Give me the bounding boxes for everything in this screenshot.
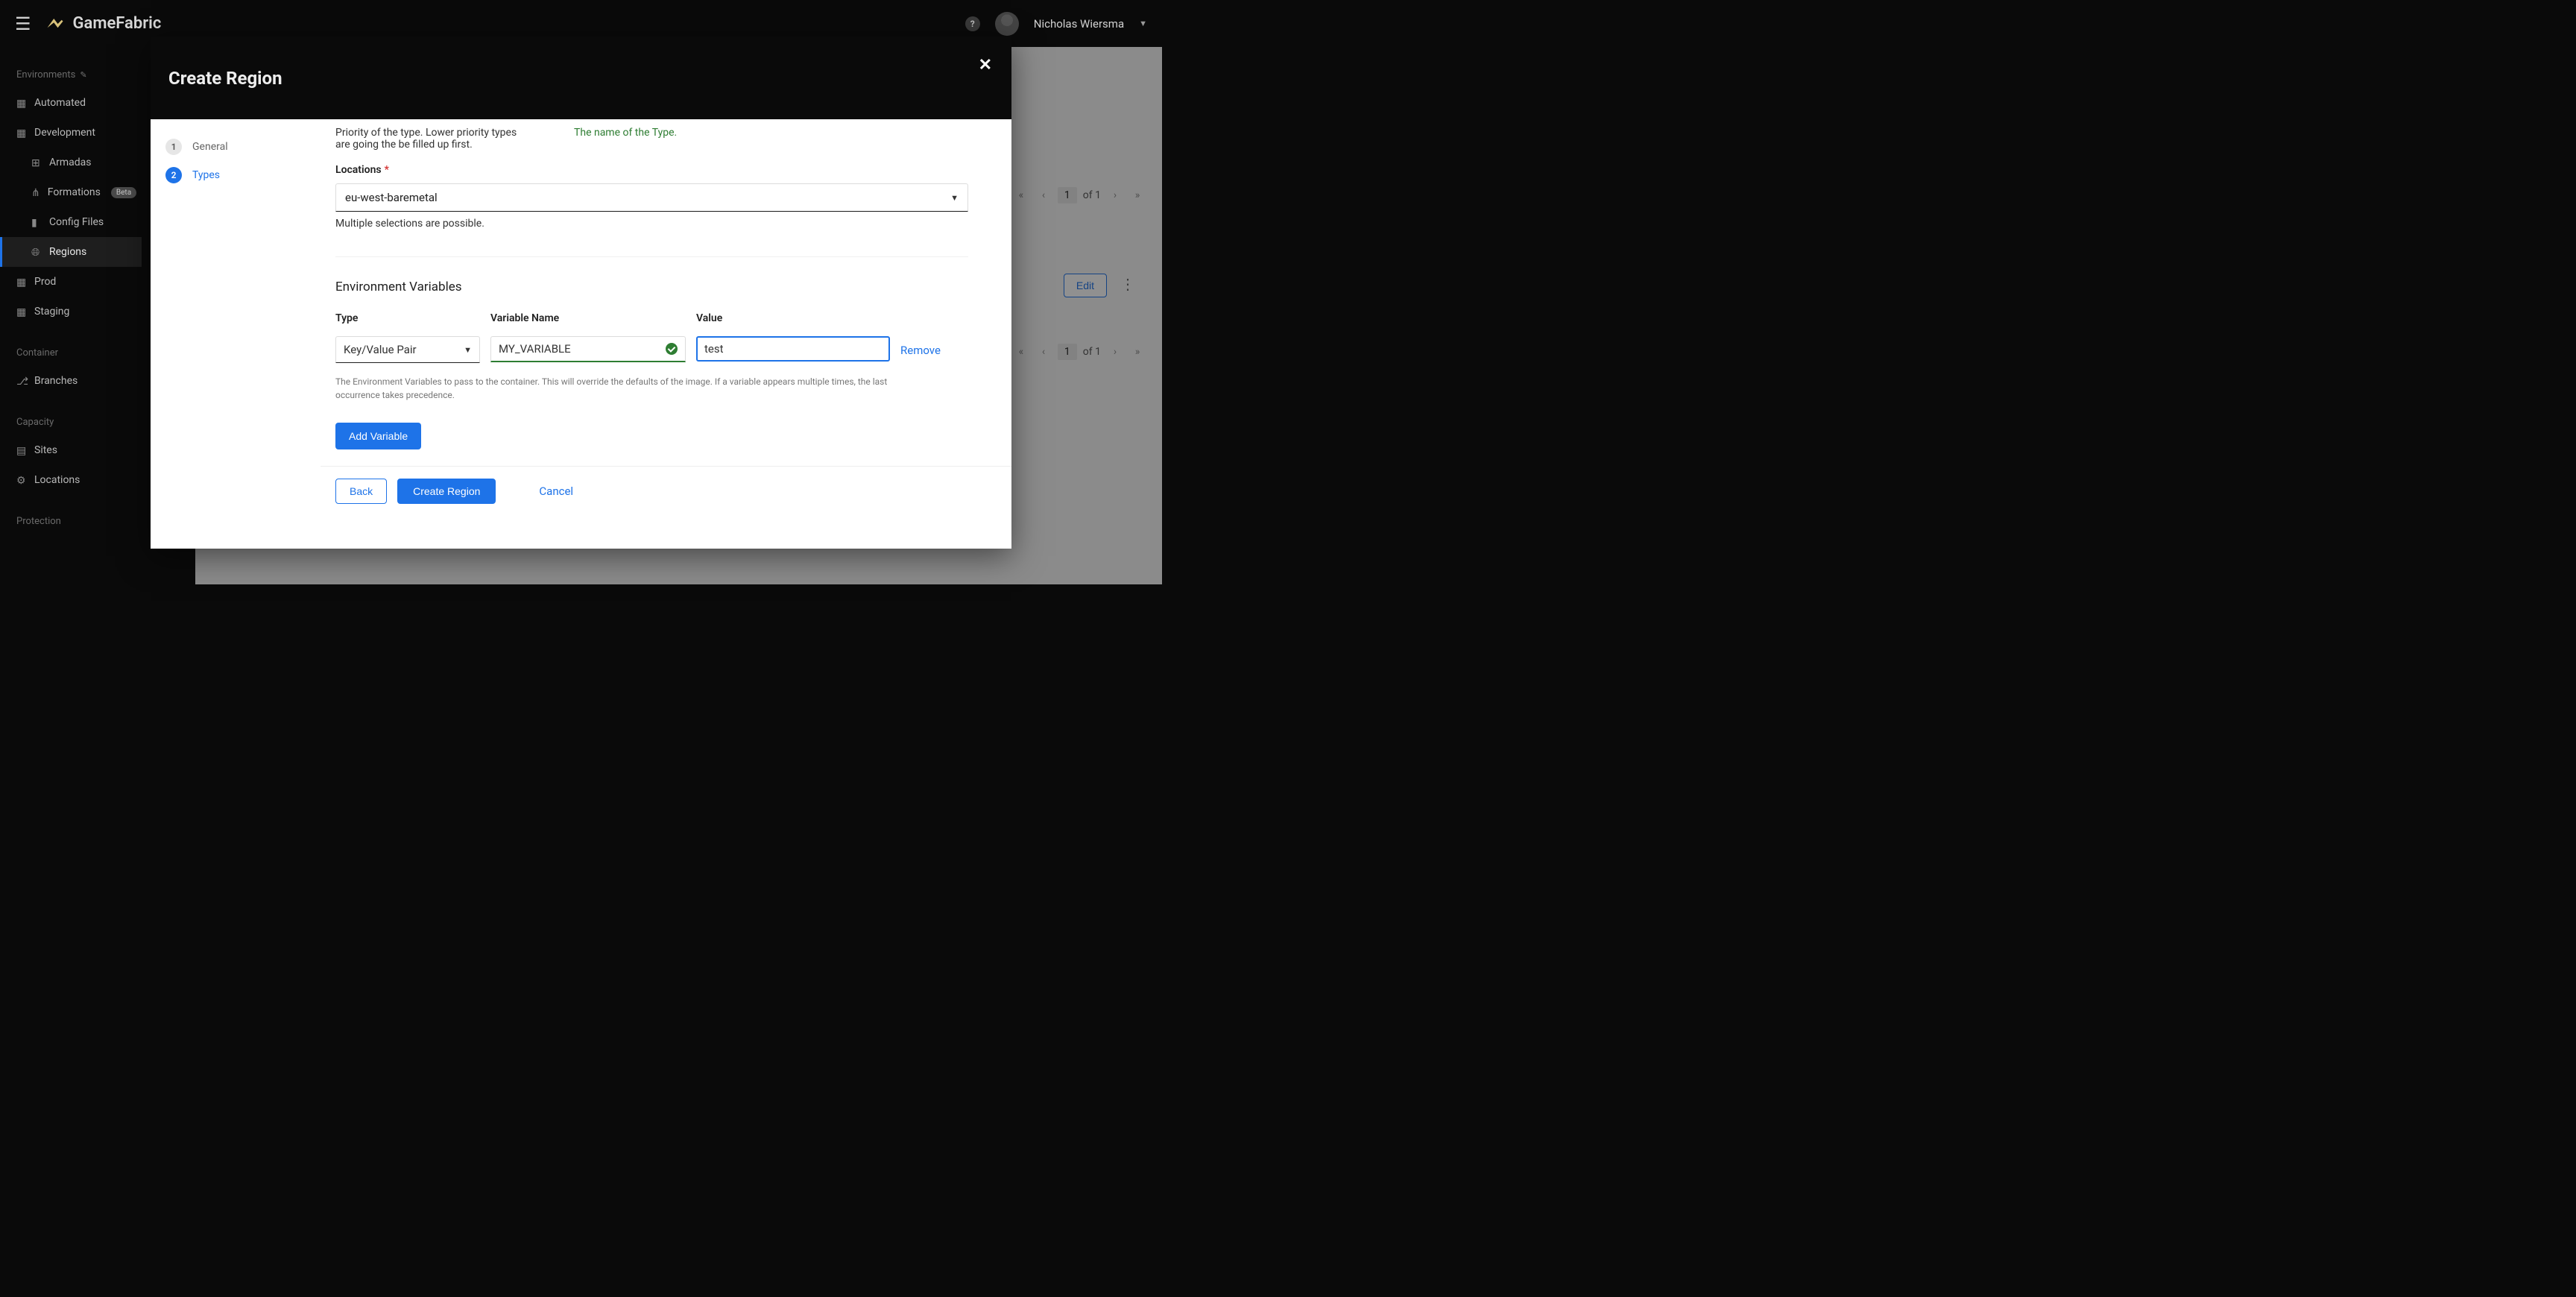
value-input[interactable]: test bbox=[696, 336, 890, 362]
col-name: Variable Name bbox=[490, 312, 686, 324]
priority-help: Priority of the type. Lower priority typ… bbox=[335, 127, 529, 151]
step-general[interactable]: 1 General bbox=[165, 133, 306, 161]
locations-hint: Multiple selections are possible. bbox=[335, 218, 968, 230]
step-types[interactable]: 2 Types bbox=[165, 161, 306, 189]
check-icon bbox=[666, 343, 678, 355]
close-icon[interactable]: ✕ bbox=[979, 56, 992, 75]
stepper: 1 General 2 Types bbox=[151, 119, 321, 549]
modal-title: Create Region bbox=[168, 68, 282, 89]
chevron-down-icon: ▼ bbox=[950, 193, 959, 203]
locations-select[interactable]: eu-west-baremetal ▼ bbox=[335, 183, 968, 212]
col-value: Value bbox=[696, 312, 890, 324]
env-hint: The Environment Variables to pass to the… bbox=[335, 375, 932, 402]
modal-header: Create Region ✕ bbox=[151, 37, 1011, 119]
type-name-help: The name of the Type. bbox=[574, 127, 677, 151]
divider bbox=[335, 256, 968, 257]
modal-overlay: Create Region ✕ 1 General 2 Types Priori… bbox=[0, 0, 1162, 584]
env-vars-title: Environment Variables bbox=[335, 280, 968, 294]
variable-name-input[interactable]: MY_VARIABLE bbox=[490, 336, 686, 362]
add-variable-button[interactable]: Add Variable bbox=[335, 423, 421, 449]
modal: Create Region ✕ 1 General 2 Types Priori… bbox=[151, 37, 1011, 549]
cancel-link[interactable]: Cancel bbox=[539, 485, 573, 498]
back-button[interactable]: Back bbox=[335, 479, 387, 504]
remove-link[interactable]: Remove bbox=[900, 338, 968, 363]
chevron-down-icon: ▼ bbox=[464, 345, 472, 355]
form-panel: Priority of the type. Lower priority typ… bbox=[321, 119, 1011, 549]
locations-label: Locations* bbox=[335, 164, 968, 176]
type-select[interactable]: Key/Value Pair ▼ bbox=[335, 336, 480, 363]
locations-value: eu-west-baremetal bbox=[345, 191, 438, 204]
col-type: Type bbox=[335, 312, 480, 324]
create-region-button[interactable]: Create Region bbox=[397, 479, 496, 504]
